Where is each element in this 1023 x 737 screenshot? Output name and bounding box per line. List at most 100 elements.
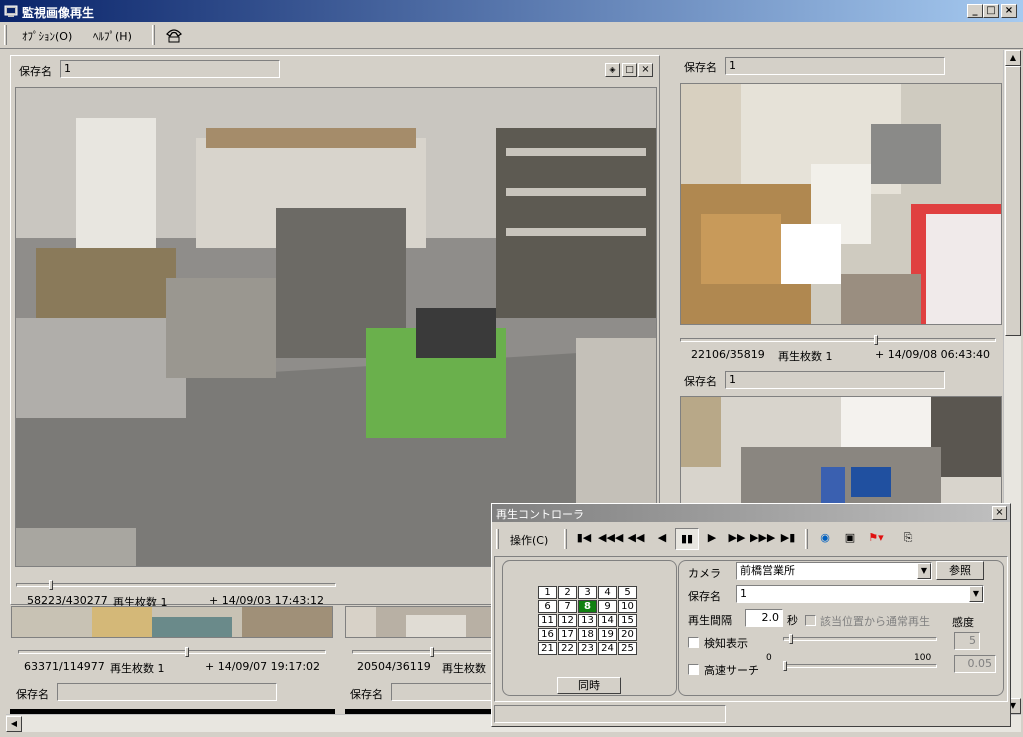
normal-play-checkbox[interactable]	[805, 615, 816, 626]
save-name-select[interactable]: 1 ▼	[736, 585, 984, 603]
seek-thumb[interactable]	[873, 335, 878, 345]
camera-grid-cell[interactable]: 16	[538, 628, 557, 641]
camera-grid-cell[interactable]: 6	[538, 600, 557, 613]
camera-grid-cell[interactable]: 25	[618, 642, 637, 655]
seek-track[interactable]	[680, 338, 996, 342]
camera-grid-cell[interactable]: 23	[578, 642, 597, 655]
menu-options[interactable]: ｵﾌﾟｼｮﾝ(O)	[22, 28, 72, 44]
threshold-value[interactable]: 0.05	[954, 655, 996, 673]
window-title: 監視画像再生	[22, 6, 95, 20]
threshold-thumb[interactable]	[783, 661, 787, 671]
camera-image-bottom-left[interactable]	[11, 606, 333, 638]
camera-image-mid-right[interactable]	[680, 396, 1002, 506]
controller-status-bar	[494, 705, 726, 723]
camera-grid-cell[interactable]: 12	[558, 614, 577, 627]
skip-start-icon[interactable]: ▮◀	[572, 528, 596, 550]
save-icon[interactable]: ▣	[838, 528, 862, 550]
detect-checkbox[interactable]	[688, 637, 699, 648]
save-name-label: 保存名	[684, 61, 717, 74]
fast-search-label: 高速サーチ	[704, 664, 759, 677]
camera-panel-bottom-mid: 20504/36119 再生枚数 保存名	[343, 606, 493, 714]
sync-icon[interactable]: ◉	[813, 528, 837, 550]
camera-grid-cell[interactable]: 2	[558, 586, 577, 599]
fast-forward-3-icon[interactable]: ▶▶▶	[750, 528, 775, 550]
camera-grid-cell[interactable]: 17	[558, 628, 577, 641]
export-icon[interactable]: ⎘	[896, 528, 920, 550]
sensitivity-thumb[interactable]	[789, 634, 793, 644]
camera-grid-cell[interactable]: 11	[538, 614, 557, 627]
flag-icon[interactable]: ⚑▾	[864, 528, 888, 550]
camera-image-top-right[interactable]	[680, 83, 1002, 325]
sensitivity-value[interactable]: 5	[954, 632, 980, 650]
camera-grid-cell[interactable]: 18	[578, 628, 597, 641]
camera-grid-cell[interactable]: 3	[578, 586, 597, 599]
fast-rewind-2-icon[interactable]: ◀◀	[624, 528, 648, 550]
camera-panel-bottom-left: 63371/114977 再生枚数 1 + 14/09/07 19:17:02 …	[10, 606, 340, 714]
sync-button[interactable]: 同時	[557, 677, 621, 694]
playback-controller-window: 再生コントローラ × 操作(C) ▮◀ ◀◀◀ ◀◀ ◀ ▮▮ ▶ ▶▶ ▶▶▶…	[491, 503, 1011, 727]
interval-label: 再生間隔	[688, 614, 732, 627]
main-camera-image[interactable]	[15, 87, 657, 567]
camera-grid-cell[interactable]: 5	[618, 586, 637, 599]
skip-end-icon[interactable]: ▶▮	[776, 528, 800, 550]
frame-counter: 63371/114977	[24, 660, 105, 673]
seek-track[interactable]	[18, 650, 326, 654]
restore-button[interactable]: □	[622, 63, 637, 77]
close-button[interactable]: ×	[1001, 4, 1017, 18]
fast-forward-2-icon[interactable]: ▶▶	[725, 528, 749, 550]
camera-grid-cell[interactable]: 10	[618, 600, 637, 613]
camera-grid-cell[interactable]: 8	[578, 600, 597, 613]
step-back-icon[interactable]: ◀	[650, 528, 674, 550]
fast-search-checkbox[interactable]	[688, 664, 699, 675]
play-count: 再生枚数 1	[110, 662, 165, 675]
camera-grid-cell[interactable]: 4	[598, 586, 617, 599]
fast-rewind-3-icon[interactable]: ◀◀◀	[598, 528, 623, 550]
browse-button[interactable]: 参照	[936, 561, 984, 580]
camera-grid-cell[interactable]: 9	[598, 600, 617, 613]
menu-help[interactable]: ﾍﾙﾌﾟ(H)	[93, 28, 132, 44]
chevron-down-icon[interactable]: ▼	[917, 563, 931, 579]
interval-input[interactable]: 2.0	[745, 609, 783, 627]
close-view-button[interactable]: ×	[638, 63, 653, 77]
seek-track[interactable]	[352, 650, 493, 654]
main-seek-track[interactable]	[16, 583, 336, 587]
camera-grid-cell[interactable]: 24	[598, 642, 617, 655]
scroll-up-button[interactable]: ▲	[1005, 50, 1021, 66]
camera-grid-cell[interactable]: 22	[558, 642, 577, 655]
scroll-left-button[interactable]: ◀	[6, 716, 22, 732]
save-name-field	[57, 683, 277, 701]
camera-grid-cell[interactable]: 19	[598, 628, 617, 641]
frame-counter: 20504/36119	[357, 660, 431, 673]
seek-thumb[interactable]	[430, 647, 435, 657]
interval-unit: 秒	[787, 614, 798, 627]
minimize-button[interactable]: _	[967, 4, 983, 18]
camera-panel-top-right: 保存名 1 22106/35819 再生枚数 1 + 14/09/08 06:4…	[666, 55, 1003, 365]
camera-grid-cell[interactable]: 21	[538, 642, 557, 655]
camera-select[interactable]: 前橋営業所 ▼	[736, 562, 932, 580]
camera-grid-cell[interactable]: 13	[578, 614, 597, 627]
range-min: 0	[766, 653, 772, 663]
pause-icon[interactable]: ▮▮	[675, 528, 699, 550]
camera-grid-cell[interactable]: 20	[618, 628, 637, 641]
camera-grid-cell[interactable]: 1	[538, 586, 557, 599]
scroll-thumb[interactable]	[1005, 66, 1021, 336]
chevron-down-icon[interactable]: ▼	[969, 586, 983, 602]
controller-close-button[interactable]: ×	[992, 506, 1007, 520]
controller-title-bar[interactable]: 再生コントローラ ×	[492, 504, 1010, 522]
save-name-label: 保存名	[16, 688, 49, 701]
camera-grid-cell[interactable]: 15	[618, 614, 637, 627]
phone-icon[interactable]	[165, 26, 183, 44]
pin-button[interactable]: ◈	[605, 63, 620, 77]
threshold-track[interactable]	[783, 664, 937, 668]
seek-thumb[interactable]	[185, 647, 190, 657]
main-seek-thumb[interactable]	[49, 580, 54, 590]
maximize-button[interactable]: □	[983, 4, 999, 18]
play-icon[interactable]: ▶	[700, 528, 724, 550]
operation-menu[interactable]: 操作(C)	[510, 532, 548, 548]
play-count: 再生枚数 1	[778, 350, 833, 363]
camera-grid-cell[interactable]: 14	[598, 614, 617, 627]
camera-image-bottom-mid[interactable]	[345, 606, 493, 638]
camera-grid-cell[interactable]: 7	[558, 600, 577, 613]
sensitivity-track[interactable]	[783, 637, 937, 641]
save-name-label: 保存名	[688, 590, 721, 603]
